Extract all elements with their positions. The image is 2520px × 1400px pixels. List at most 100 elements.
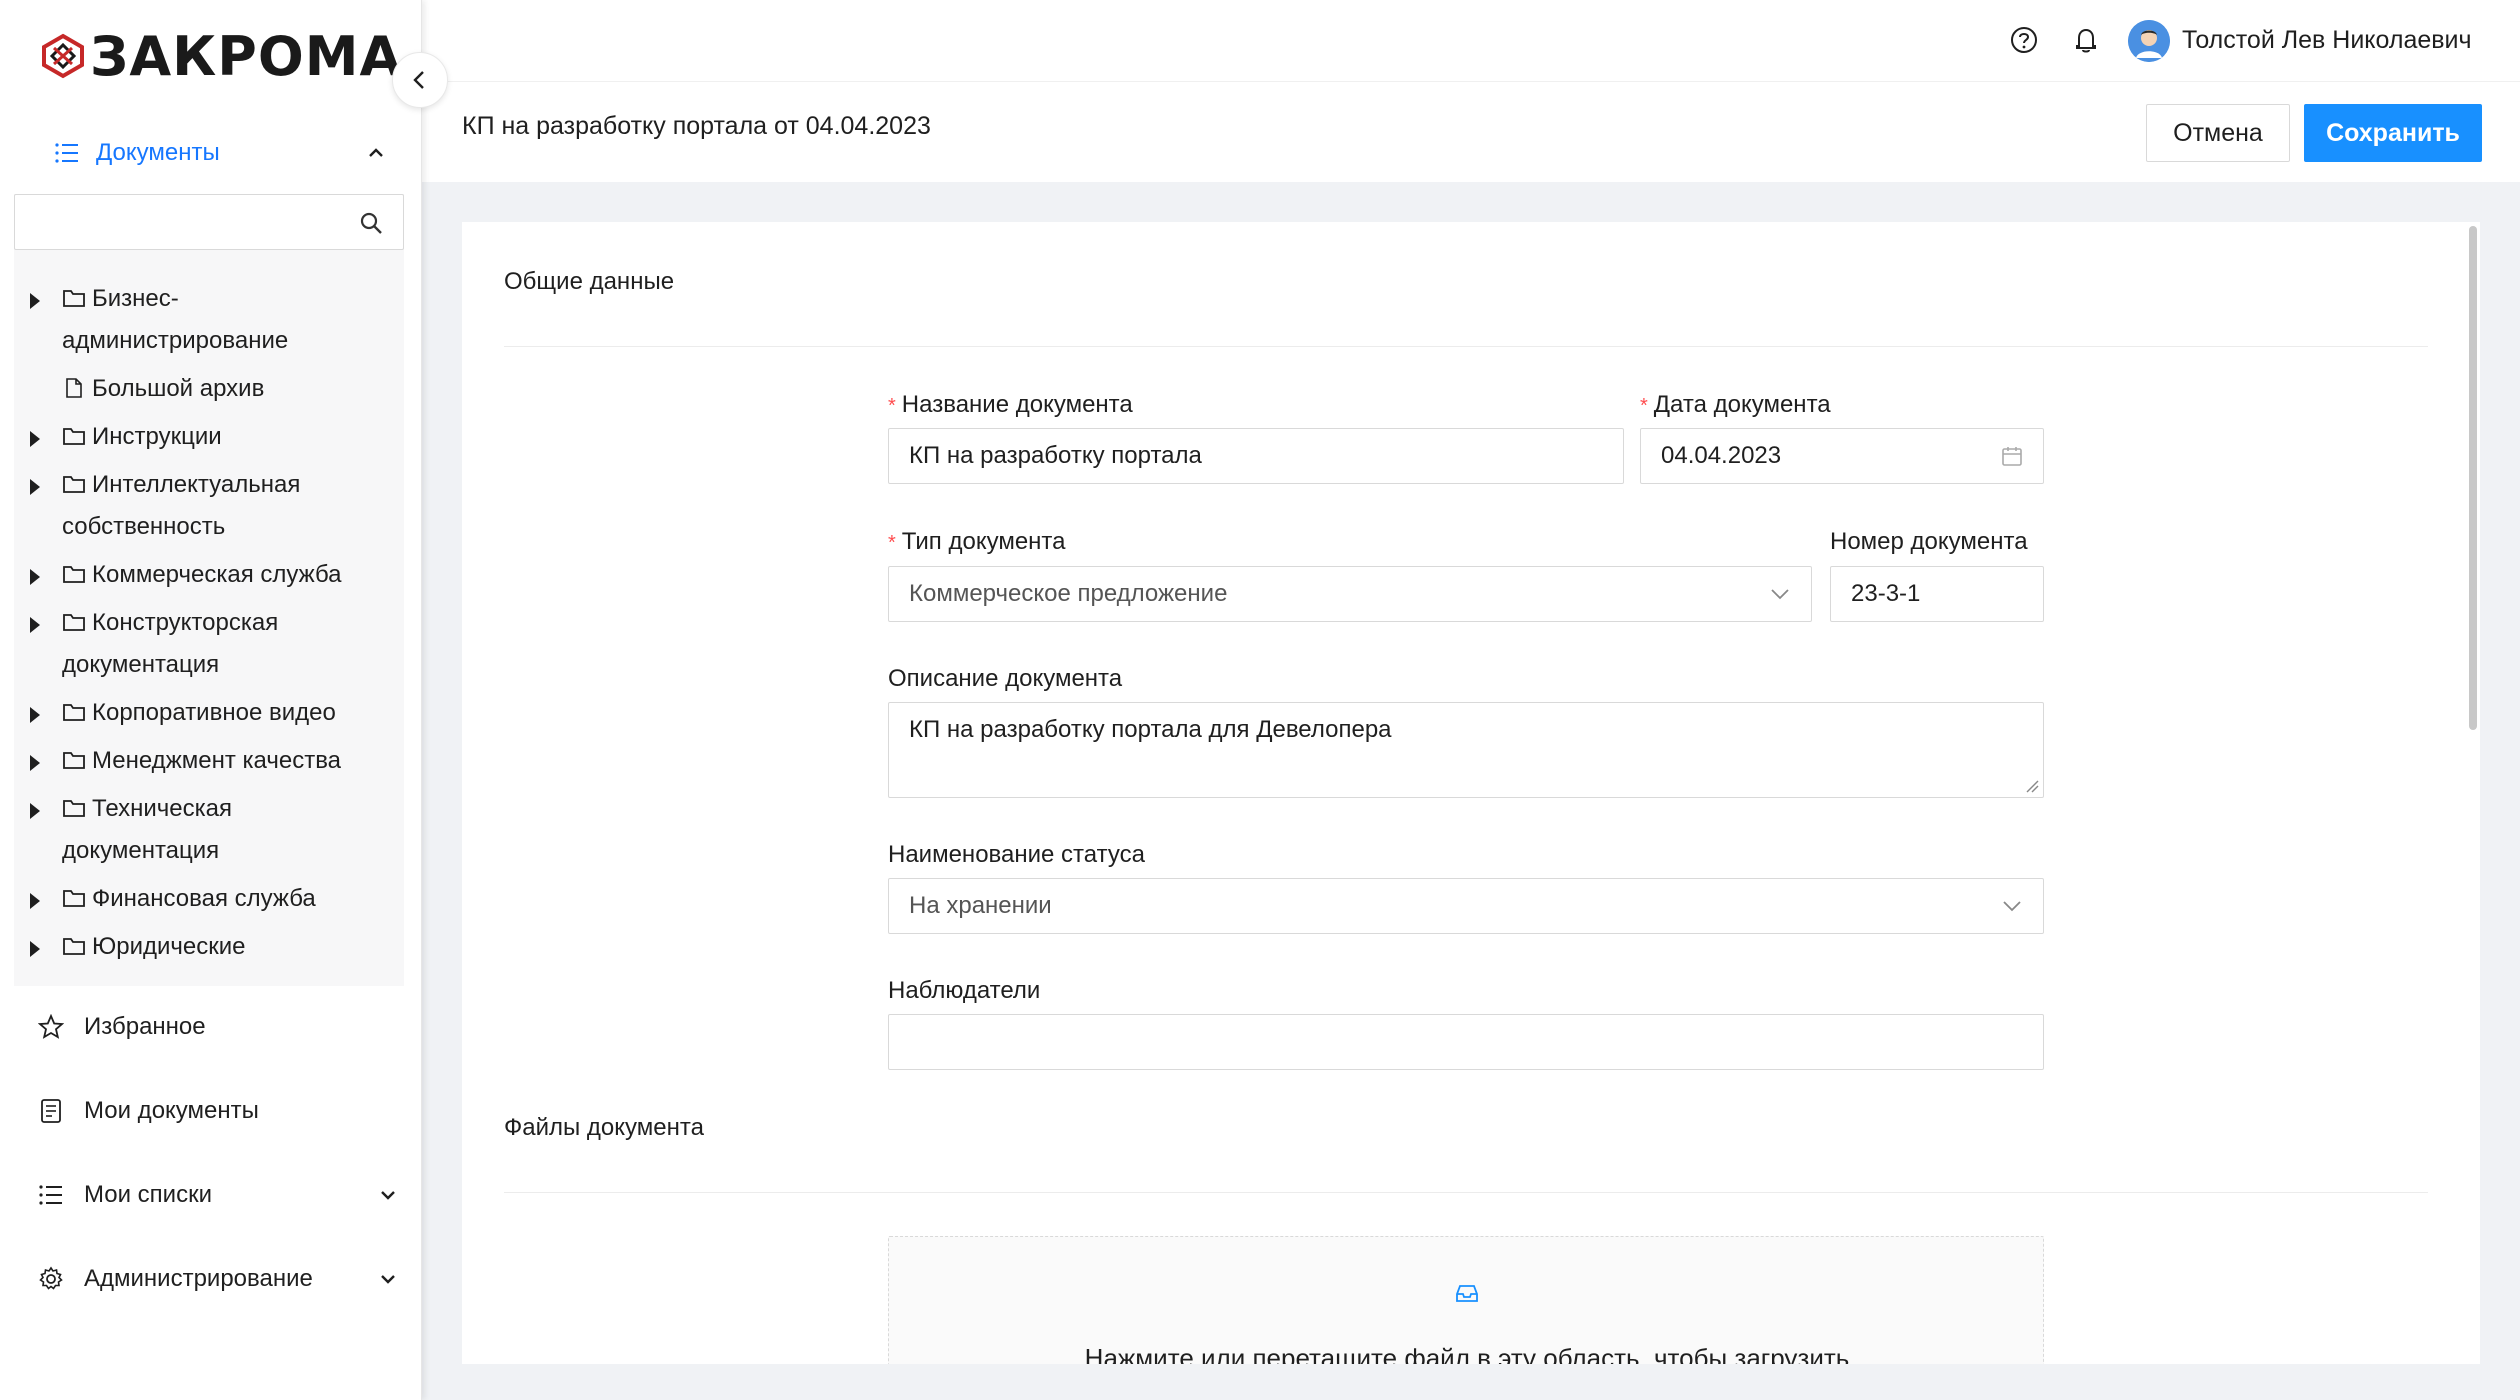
file-dropzone[interactable]: Нажмите или перетащите файл в эту област… [888, 1236, 2044, 1364]
scrollbar[interactable] [2469, 226, 2477, 730]
required-mark: * [888, 532, 896, 554]
chevron-left-icon [413, 71, 424, 89]
menu-my-documents[interactable]: Мои документы [38, 1086, 398, 1136]
tree-item-label: Юридические [92, 933, 246, 960]
doc-date-picker[interactable]: 04.04.2023 [1640, 428, 2044, 484]
file-icon [66, 378, 82, 398]
caret-right-icon[interactable] [30, 941, 40, 957]
tree-search [14, 194, 404, 250]
tree-item[interactable]: Корпоративное видео [14, 692, 404, 734]
documents-tree: Бизнес-администрирование Большой архив И… [14, 194, 404, 986]
doc-number-input[interactable]: 23-3-1 [1830, 566, 2044, 622]
tree-item[interactable]: Коммерческая служба [14, 554, 404, 596]
folder-icon [63, 752, 85, 769]
user-avatar-icon [2128, 20, 2170, 62]
tree-item[interactable]: Техническая документация [14, 788, 404, 872]
tree-item[interactable]: Юридические [14, 926, 404, 968]
folder-icon [63, 566, 85, 583]
gear-icon [39, 1266, 63, 1290]
menu-administration[interactable]: Администрирование [38, 1254, 398, 1304]
description-value: КП на разработку портала для Девелопера [909, 716, 1392, 743]
folder-icon [63, 290, 85, 307]
tree-item[interactable]: Менеджмент качества [14, 740, 404, 782]
folder-icon [63, 476, 85, 493]
folder-icon [63, 614, 85, 631]
folder-icon [63, 428, 85, 445]
chevron-down-icon[interactable] [378, 1185, 398, 1205]
status-select[interactable]: На хранении [888, 878, 2044, 934]
menu-my-documents-label: Мои документы [84, 1097, 259, 1124]
doc-name-input[interactable]: КП на разработку портала [888, 428, 1624, 484]
doc-date-label: * Дата документа [1640, 390, 1831, 421]
page-title: КП на разработку портала от 04.04.2023 [462, 112, 931, 140]
doc-type-value: Коммерческое предложение [909, 580, 1228, 607]
observers-select[interactable] [888, 1014, 2044, 1070]
tree-item-label: Техническая документация [62, 795, 233, 864]
status-label-text: Наименование статуса [888, 841, 1145, 868]
folder-icon [63, 800, 85, 817]
tree-item-label: Менеджмент качества [92, 747, 342, 774]
tree-item-label: Конструкторская документация [62, 609, 279, 678]
help-icon[interactable] [2008, 24, 2040, 56]
bell-icon[interactable] [2070, 24, 2102, 56]
dropzone-text: Нажмите или перетащите файл в эту област… [1084, 1343, 1850, 1364]
doc-number-value: 23-3-1 [1851, 580, 1921, 607]
cancel-button[interactable]: Отмена [2146, 104, 2290, 162]
required-mark: * [1640, 395, 1648, 417]
observers-label: Наблюдатели [888, 976, 1040, 1006]
section-title-files: Файлы документа [504, 1114, 704, 1141]
divider [504, 1192, 2428, 1193]
doc-date-value: 04.04.2023 [1661, 442, 1782, 469]
doc-date-label-text: Дата документа [1653, 391, 1831, 418]
tree-item-label: Корпоративное видео [92, 699, 336, 726]
description-label: Описание документа [888, 664, 1122, 694]
brand-logo[interactable]: ЗАКРОМА [40, 25, 402, 88]
collapse-sidebar-button[interactable] [392, 52, 448, 108]
tree-item[interactable]: Инструкции [14, 416, 404, 458]
doc-type-label: * Тип документа [888, 527, 1066, 558]
description-textarea[interactable]: КП на разработку портала для Девелопера [888, 702, 2044, 798]
doc-type-select[interactable]: Коммерческое предложение [888, 566, 1812, 622]
caret-right-icon[interactable] [30, 431, 40, 447]
nav-documents[interactable]: Документы [14, 128, 404, 178]
tree-search-input[interactable] [15, 195, 335, 249]
doc-name-label: * Название документа [888, 390, 1133, 421]
menu-administration-label: Администрирование [84, 1265, 313, 1292]
status-label: Наименование статуса [888, 840, 1145, 870]
resize-handle-icon[interactable] [2025, 779, 2039, 793]
chevron-up-icon[interactable] [366, 143, 386, 163]
caret-right-icon[interactable] [30, 893, 40, 909]
tree-item[interactable]: Финансовая служба [14, 878, 404, 920]
menu-favorites-label: Избранное [84, 1013, 206, 1040]
page-header: КП на разработку портала от 04.04.2023 О… [422, 82, 2520, 182]
doc-number-label: Номер документа [1830, 527, 2028, 557]
tree-item-label: Большой архив [92, 375, 265, 402]
doc-name-label-text: Название документа [901, 391, 1133, 418]
caret-right-icon[interactable] [30, 479, 40, 495]
tree-item[interactable]: Конструкторская документация [14, 602, 404, 686]
logo-icon [42, 33, 84, 79]
avatar[interactable] [2128, 20, 2170, 62]
search-icon[interactable] [359, 211, 383, 235]
nav-documents-label: Документы [96, 139, 220, 166]
user-name[interactable]: Толстой Лев Николаевич [2182, 22, 2472, 58]
caret-right-icon[interactable] [30, 707, 40, 723]
menu-my-lists[interactable]: Мои списки [38, 1170, 398, 1220]
inbox-icon [1456, 1285, 1478, 1302]
menu-my-lists-label: Мои списки [84, 1181, 212, 1208]
list-icon [39, 1185, 62, 1205]
tree-item[interactable]: Бизнес-администрирование [14, 278, 404, 362]
chevron-down-icon[interactable] [378, 1269, 398, 1289]
sidebar: ЗАКРОМА Документы Бизнес-администрирован… [0, 0, 422, 1400]
caret-right-icon[interactable] [30, 569, 40, 585]
menu-favorites[interactable]: Избранное [38, 1002, 398, 1052]
caret-right-icon[interactable] [30, 755, 40, 771]
calendar-icon[interactable] [2001, 445, 2023, 467]
save-button[interactable]: Сохранить [2304, 104, 2482, 162]
tree-item[interactable]: Интеллектуальная собственность [14, 464, 404, 548]
caret-right-icon[interactable] [30, 803, 40, 819]
caret-right-icon[interactable] [30, 293, 40, 309]
caret-right-icon[interactable] [30, 617, 40, 633]
tree-item[interactable]: Большой архив [14, 368, 404, 410]
document-icon [41, 1099, 61, 1123]
